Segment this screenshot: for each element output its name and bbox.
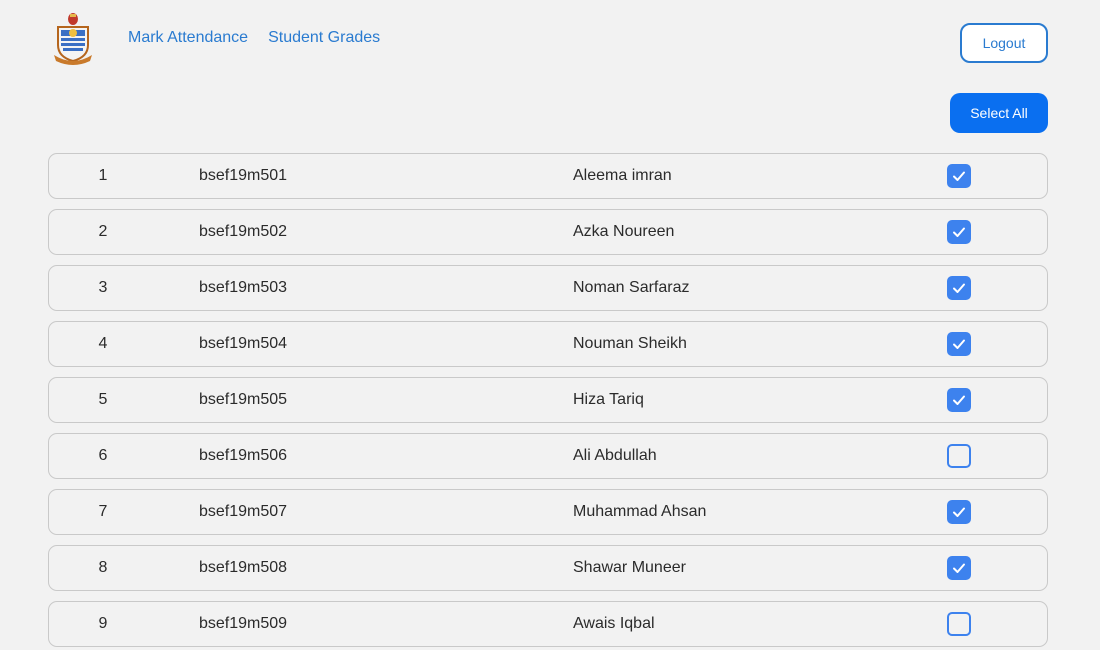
student-name: Nouman Sheikh — [573, 335, 687, 352]
student-serial-number: 7 — [98, 503, 108, 520]
main-nav: Mark Attendance Student Grades — [128, 28, 380, 48]
table-row: 8 bsef19m508 Shawar Muneer — [48, 545, 1048, 591]
table-row: 9 bsef19m509 Awais Iqbal — [48, 601, 1048, 647]
student-attendance-list: 1 bsef19m501 Aleema imran 2 bsef19m502 Azka N… — [48, 153, 1048, 650]
student-name: Awais Iqbal — [573, 615, 655, 632]
attendance-checkbox[interactable] — [947, 220, 971, 244]
student-serial-number: 3 — [98, 279, 108, 296]
attendance-checkbox[interactable] — [947, 500, 971, 524]
student-name: Aleema imran — [573, 167, 672, 184]
table-row: 5 bsef19m505 Hiza Tariq — [48, 377, 1048, 423]
table-row: 6 bsef19m506 Ali Abdullah — [48, 433, 1048, 479]
student-serial-number: 8 — [98, 559, 108, 576]
student-serial-number: 5 — [98, 391, 108, 408]
student-serial-number: 9 — [98, 615, 108, 632]
table-row: 4 bsef19m504 Nouman Sheikh — [48, 321, 1048, 367]
student-name: Hiza Tariq — [573, 391, 644, 408]
student-roll-number: bsef19m505 — [199, 391, 288, 408]
student-roll-number: bsef19m509 — [199, 615, 288, 632]
student-roll-number: bsef19m502 — [199, 223, 288, 240]
checkmark-icon — [953, 171, 965, 181]
student-name: Noman Sarfaraz — [573, 279, 690, 296]
attendance-checkbox[interactable] — [947, 388, 971, 412]
nav-student-grades-link[interactable]: Student Grades — [268, 28, 380, 48]
student-name: Ali Abdullah — [573, 447, 657, 464]
logout-button[interactable]: Logout — [960, 23, 1048, 63]
student-roll-number: bsef19m503 — [199, 279, 288, 296]
student-serial-number: 2 — [98, 223, 108, 240]
attendance-page: Mark Attendance Student Grades Logout Se… — [0, 0, 1100, 650]
checkmark-icon — [953, 563, 965, 573]
checkmark-icon — [953, 339, 965, 349]
student-roll-number: bsef19m508 — [199, 559, 288, 576]
attendance-checkbox[interactable] — [947, 164, 971, 188]
table-row: 7 bsef19m507 Muhammad Ahsan — [48, 489, 1048, 535]
checkmark-icon — [953, 227, 965, 237]
student-roll-number: bsef19m507 — [199, 503, 288, 520]
student-name: Shawar Muneer — [573, 559, 686, 576]
student-roll-number: bsef19m501 — [199, 167, 288, 184]
table-row: 1 bsef19m501 Aleema imran — [48, 153, 1048, 199]
table-row: 3 bsef19m503 Noman Sarfaraz — [48, 265, 1048, 311]
attendance-checkbox[interactable] — [947, 276, 971, 300]
checkmark-icon — [953, 507, 965, 517]
checkmark-icon — [953, 283, 965, 293]
nav-mark-attendance-link[interactable]: Mark Attendance — [128, 28, 248, 48]
select-all-button[interactable]: Select All — [950, 93, 1048, 133]
attendance-checkbox[interactable] — [947, 332, 971, 356]
university-crest-icon[interactable] — [52, 11, 94, 65]
student-roll-number: bsef19m504 — [199, 335, 288, 352]
attendance-checkbox[interactable] — [947, 444, 971, 468]
attendance-checkbox[interactable] — [947, 556, 971, 580]
checkmark-icon — [953, 395, 965, 405]
student-serial-number: 1 — [98, 167, 108, 184]
student-roll-number: bsef19m506 — [199, 447, 288, 464]
student-name: Azka Noureen — [573, 223, 675, 240]
student-name: Muhammad Ahsan — [573, 503, 707, 520]
table-row: 2 bsef19m502 Azka Noureen — [48, 209, 1048, 255]
attendance-checkbox[interactable] — [947, 612, 971, 636]
student-serial-number: 6 — [98, 447, 108, 464]
student-serial-number: 4 — [98, 335, 108, 352]
